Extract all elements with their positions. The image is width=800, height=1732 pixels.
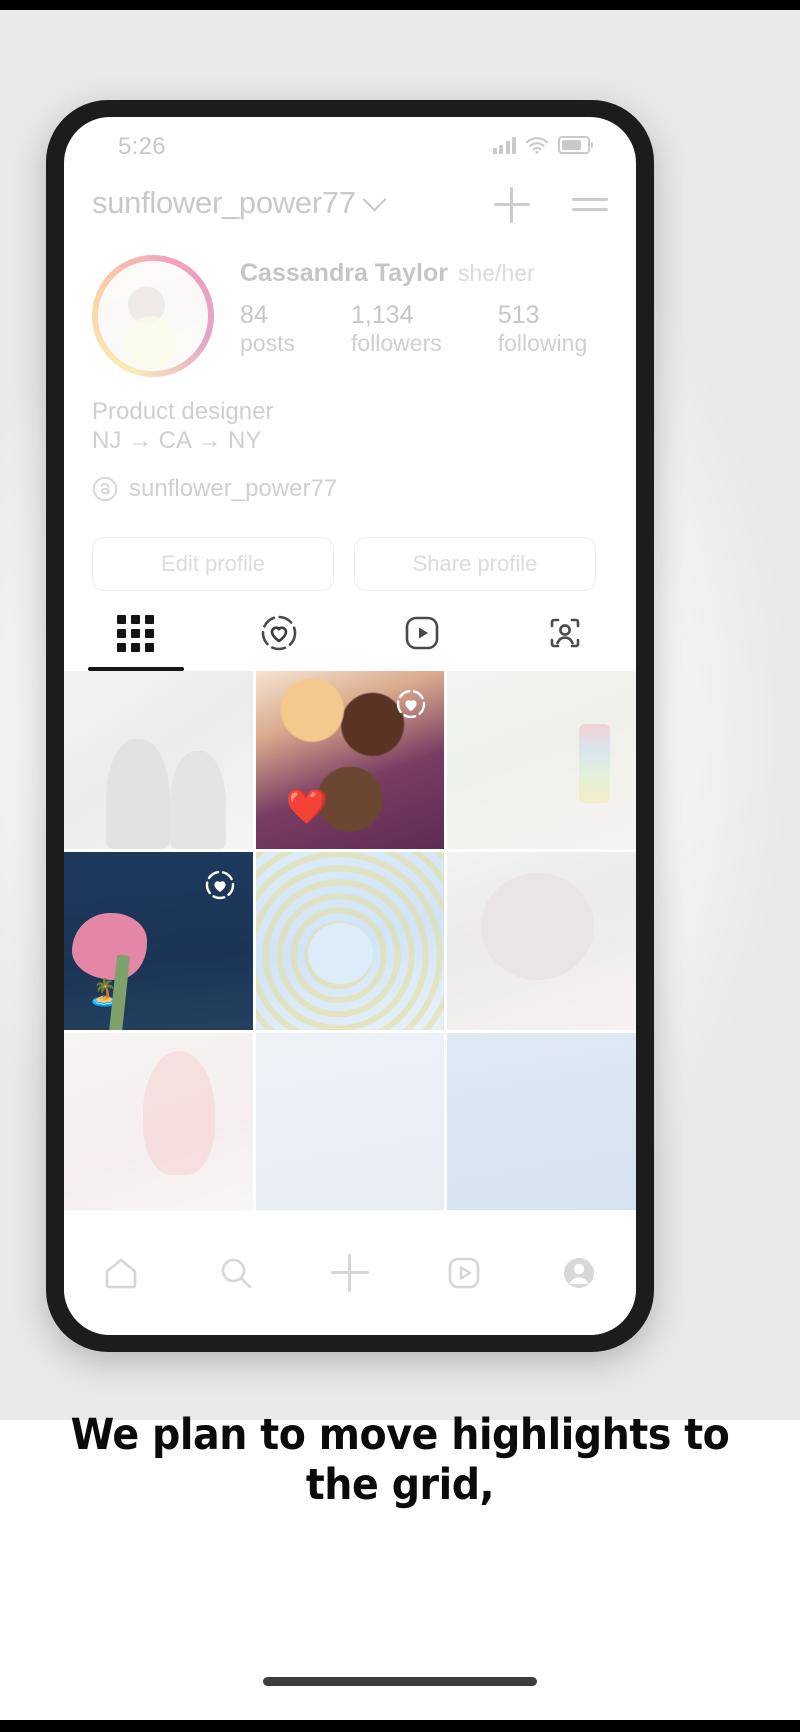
nav-home[interactable]	[64, 1252, 178, 1294]
grid-icon	[117, 614, 154, 652]
profile-actions: Edit profile Share profile	[92, 537, 596, 591]
stats-row: 84 posts 1,134 followers 513 following	[240, 301, 587, 357]
highlight-heart-icon	[261, 615, 296, 651]
bio: Product designer NJ → CA → NY	[92, 397, 273, 456]
stat-followers-count: 1,134	[350, 301, 414, 329]
tab-reels[interactable]	[350, 595, 493, 671]
stage: 5:26 sunflower_power77 Cassandra Taylor …	[0, 10, 800, 1720]
reels-play-icon	[449, 1257, 480, 1289]
stat-following-count: 513	[497, 301, 540, 329]
plus-icon[interactable]	[494, 187, 530, 223]
stat-posts-count: 84	[240, 301, 268, 329]
grid-cell-4[interactable]: 🏝️	[64, 852, 253, 1030]
status-time: 5:26	[118, 133, 166, 160]
stat-posts-label: posts	[240, 329, 295, 356]
grid-cell-8[interactable]	[255, 1033, 445, 1211]
home-icon	[105, 1258, 137, 1289]
letterbox-top	[0, 0, 800, 10]
tab-highlights[interactable]	[207, 595, 350, 671]
account-switcher[interactable]: sunflower_power77	[92, 185, 387, 221]
photo-grid: ❤️ 🏝️	[64, 671, 636, 1211]
threads-icon	[92, 476, 118, 502]
threads-handle: sunflower_power77	[129, 475, 338, 502]
edit-profile-button[interactable]: Edit profile	[92, 537, 334, 591]
grid-cell-5[interactable]	[255, 852, 445, 1030]
avatar-image	[98, 261, 208, 371]
grid-cell-1[interactable]	[64, 671, 253, 849]
heart-sticker: ❤️	[285, 788, 328, 826]
battery-icon	[558, 136, 593, 154]
home-indicator	[263, 1677, 537, 1686]
avatar-photo	[98, 261, 208, 371]
island-sticker: 🏝️	[88, 977, 121, 1007]
nav-reels[interactable]	[407, 1253, 521, 1293]
letterbox-bottom	[0, 1720, 800, 1732]
avatar[interactable]	[92, 255, 214, 377]
stat-following-label: following	[497, 329, 588, 356]
grid-cell-6[interactable]	[447, 852, 636, 1030]
highlight-badge	[205, 870, 234, 900]
caption-text: We plan to move highlights to the grid,	[70, 1410, 730, 1510]
pronouns: she/her	[457, 260, 535, 286]
nav-profile[interactable]	[522, 1253, 636, 1293]
status-bar: 5:26	[64, 117, 636, 173]
cellular-signal-icon	[492, 137, 516, 154]
nav-search[interactable]	[178, 1252, 292, 1294]
bottom-nav	[64, 1210, 636, 1335]
stat-following[interactable]: 513 following	[498, 301, 588, 357]
reels-play-icon	[405, 616, 438, 650]
plus-icon	[331, 1254, 370, 1292]
tab-grid[interactable]	[64, 595, 207, 671]
name-row: Cassandra Taylor she/her	[240, 259, 535, 288]
phone-frame: 5:26 sunflower_power77 Cassandra Taylor …	[46, 100, 654, 1352]
highlight-badge	[397, 689, 426, 719]
search-icon	[221, 1258, 251, 1289]
header-username: sunflower_power77	[92, 185, 356, 220]
grid-cell-3[interactable]	[447, 671, 636, 849]
stat-followers[interactable]: 1,134 followers	[351, 301, 442, 357]
wifi-icon	[525, 137, 549, 154]
header-actions	[494, 187, 608, 223]
grid-cell-7[interactable]	[64, 1033, 253, 1211]
tab-tagged[interactable]	[493, 595, 636, 671]
nav-create[interactable]	[293, 1254, 407, 1292]
full-name: Cassandra Taylor	[240, 259, 448, 287]
app-header: sunflower_power77	[64, 173, 636, 247]
profile-tabs	[64, 595, 636, 671]
chevron-down-icon	[362, 187, 387, 212]
grid-cell-2[interactable]: ❤️	[255, 671, 445, 849]
share-profile-button[interactable]: Share profile	[354, 537, 596, 591]
phone-screen: 5:26 sunflower_power77 Cassandra Taylor …	[64, 117, 636, 1335]
bio-line-1: Product designer	[92, 398, 274, 425]
bio-line-2: NJ → CA → NY	[92, 427, 262, 455]
profile-avatar-icon	[563, 1258, 594, 1288]
stat-posts[interactable]: 84 posts	[240, 301, 295, 357]
status-icon-group	[492, 136, 593, 154]
grid-cell-9[interactable]	[447, 1033, 636, 1211]
threads-link[interactable]: sunflower_power77	[92, 475, 337, 503]
tagged-person-icon	[550, 618, 579, 648]
stat-followers-label: followers	[350, 329, 442, 356]
hamburger-menu-icon[interactable]	[572, 196, 608, 214]
